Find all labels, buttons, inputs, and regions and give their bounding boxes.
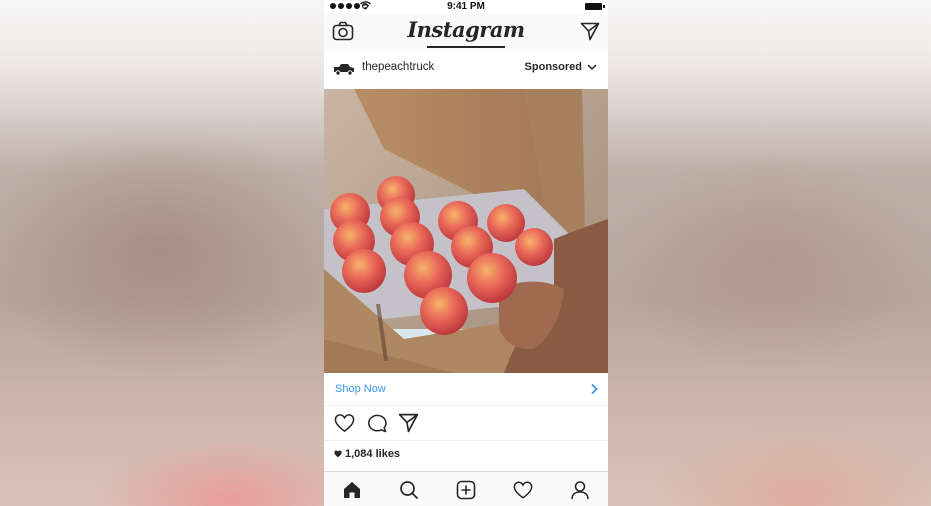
post-actions	[324, 406, 608, 441]
truck-avatar-icon[interactable]	[333, 62, 355, 76]
sponsored-label[interactable]: Sponsored	[525, 61, 582, 73]
add-post-icon[interactable]	[456, 480, 476, 500]
post-photo[interactable]	[324, 89, 608, 373]
profile-icon[interactable]	[570, 480, 590, 500]
shop-now-link[interactable]: Shop Now	[335, 383, 386, 395]
heart-icon[interactable]	[334, 413, 355, 433]
top-nav: Instagram	[324, 14, 608, 50]
share-icon[interactable]	[398, 413, 419, 433]
phone-screen: 9:41 PM Instagram thepeachtruck Sponsore…	[324, 0, 608, 506]
chevron-right-icon[interactable]	[590, 383, 598, 395]
status-bar: 9:41 PM	[324, 0, 608, 14]
status-time: 9:41 PM	[447, 1, 485, 12]
small-heart-icon	[334, 450, 342, 458]
shop-now-bar[interactable]: Shop Now	[324, 373, 608, 406]
app-logo: Instagram	[407, 17, 525, 42]
likes-text: 1,084 likes	[345, 448, 401, 460]
search-icon[interactable]	[399, 480, 419, 500]
logo-underline	[427, 46, 505, 48]
post-username[interactable]: thepeachtruck	[362, 61, 434, 73]
activity-heart-icon[interactable]	[513, 480, 533, 500]
peach-box-image	[324, 89, 608, 373]
battery-icon	[585, 3, 605, 10]
chevron-down-icon[interactable]	[587, 63, 597, 71]
home-icon[interactable]	[342, 480, 362, 500]
direct-message-icon[interactable]	[580, 22, 600, 41]
post-header: thepeachtruck Sponsored	[324, 49, 608, 89]
likes-count[interactable]: 1,084 likes	[334, 448, 400, 460]
bottom-tab-bar	[324, 471, 608, 506]
comment-icon[interactable]	[366, 413, 387, 433]
